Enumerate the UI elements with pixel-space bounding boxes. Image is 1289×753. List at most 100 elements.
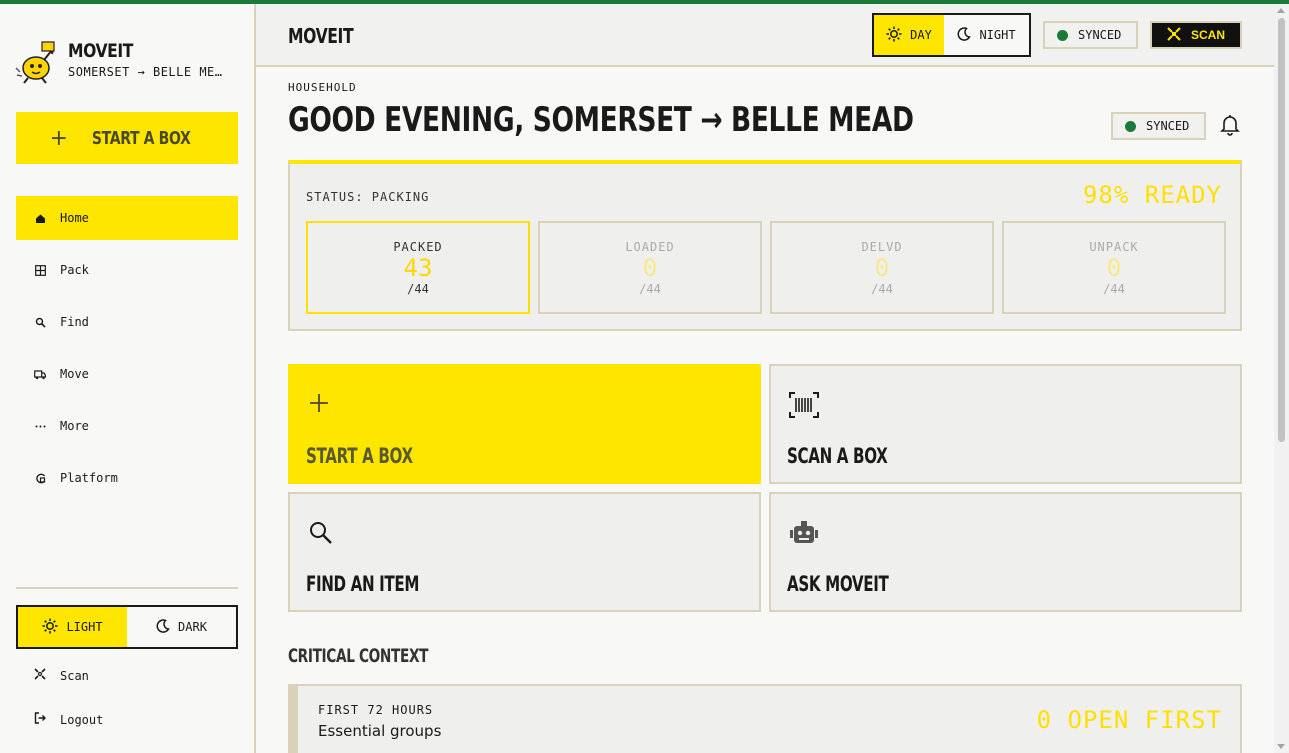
brand-name: MOVEIT [68,40,133,62]
bell-icon[interactable] [1220,114,1240,136]
scan-icon [1167,26,1181,44]
scan-box-action[interactable]: SCAN A BOX [769,364,1242,484]
stage-total: /44 [407,281,429,296]
start-box-action-label: START A BOX [306,444,413,468]
sidebar-item-pack[interactable]: Pack [16,248,238,292]
page-scrollbar[interactable] [1274,4,1289,753]
sidebar-item-platform[interactable]: Platform [16,456,238,500]
sidebar-scan-link[interactable]: Scan [34,668,89,683]
start-box-action[interactable]: START A BOX [288,364,761,484]
scroll-down-icon[interactable] [1277,744,1285,749]
ctx-kicker: FIRST 72 HOURS [318,703,434,717]
theme-dark-label: DARK [178,620,207,634]
stage-unpack[interactable]: UNPACK 0 /44 [1002,221,1226,314]
platform-icon [34,472,46,484]
ask-moveit-action-label: ASK MOVEIT [787,572,889,596]
stage-value: 43 [403,253,433,282]
day-option[interactable]: DAY [874,15,944,55]
stage-value: 0 [1106,253,1122,282]
more-icon [34,420,46,432]
status-card: STATUS: PACKING 98% READY PACKED 43 /44 … [288,160,1242,331]
page-title: GOOD EVENING, SOMERSET → BELLE MEAD [288,100,914,140]
home-icon [34,212,46,224]
stage-total: /44 [1103,281,1125,296]
barcode-icon [789,392,819,422]
day-label: DAY [910,28,932,42]
theme-light-label: LIGHT [66,620,103,634]
stage-total: /44 [639,281,661,296]
stage-packed[interactable]: PACKED 43 /44 [306,221,530,314]
critical-context-heading: CRITICAL CONTEXT [288,645,429,667]
ctx-name: Essential groups [318,722,442,740]
sidebar-nav: Home Pack Find Move More Platform [16,196,238,508]
header-title: MOVEIT [288,24,354,48]
ask-moveit-action[interactable]: ASK MOVEIT [769,492,1242,612]
sidebar-item-move[interactable]: Move [16,352,238,396]
stage-name: DELVD [861,239,903,254]
plus-icon: + [49,125,69,151]
sync-label: SYNCED [1078,28,1122,42]
find-item-action-label: FIND AN ITEM [306,572,420,596]
sun-icon [42,618,58,637]
moon-icon [957,26,972,44]
night-label: NIGHT [979,28,1016,42]
scan-label: Scan [60,668,89,683]
main-sync-status: SYNCED [1111,112,1206,140]
moon-icon [156,618,170,636]
plus-icon [308,392,330,418]
status-label: STATUS: PACKING [306,190,430,204]
stage-name: LOADED [625,239,675,254]
critical-context-card[interactable]: FIRST 72 HOURS Essential groups 0 OPEN F… [288,684,1242,753]
theme-toggle: LIGHT DARK [16,605,238,649]
sidebar-item-label: Platform [60,471,118,485]
stage-loaded[interactable]: LOADED 0 /44 [538,221,762,314]
brand-route: SOMERSET → BELLE ME… [68,65,223,79]
sidebar-item-more[interactable]: More [16,404,238,448]
ready-percentage: 98% READY [1082,181,1222,209]
sidebar-item-home[interactable]: Home [16,196,238,240]
sidebar-item-label: Move [60,367,89,381]
ctx-open-count: 0 OPEN FIRST [1036,706,1222,734]
search-icon [34,316,46,328]
pack-icon [34,264,46,276]
sync-dot-icon [1125,120,1136,132]
scroll-up-icon[interactable] [1277,8,1285,13]
logout-label: Logout [60,712,104,727]
scan-icon [34,668,46,683]
scan-box-action-label: SCAN A BOX [787,444,888,468]
theme-light-option[interactable]: LIGHT [18,607,127,647]
logout-icon [34,712,46,727]
stage-total: /44 [871,281,893,296]
header-sync-status: SYNCED [1043,21,1138,49]
start-box-button[interactable]: + START A BOX [16,112,238,164]
robot-icon [789,520,819,550]
sidebar: MOVEIT SOMERSET → BELLE ME… + START A BO… [0,4,256,753]
theme-dark-option[interactable]: DARK [127,607,236,647]
stage-list: PACKED 43 /44 LOADED 0 /44 DELVD 0 /44 U… [306,221,1226,314]
day-night-toggle: DAY NIGHT [872,13,1031,57]
stage-value: 0 [642,253,658,282]
moveit-logo [14,38,60,84]
sidebar-item-find[interactable]: Find [16,300,238,344]
sun-icon [886,26,902,45]
sidebar-divider [16,587,238,589]
night-option[interactable]: NIGHT [944,15,1029,55]
scan-button-label: SCAN [1190,28,1225,42]
stage-delivered[interactable]: DELVD 0 /44 [770,221,994,314]
search-icon [308,520,334,550]
truck-icon [34,368,46,380]
scroll-thumb[interactable] [1278,18,1285,442]
find-item-action[interactable]: FIND AN ITEM [288,492,761,612]
header-scan-button[interactable]: SCAN [1150,21,1242,49]
stage-name: UNPACK [1089,239,1139,254]
start-box-label: START A BOX [91,127,191,149]
stage-name: PACKED [393,239,443,254]
sync-label: SYNCED [1146,119,1190,133]
logout-link[interactable]: Logout [34,712,103,727]
sidebar-item-label: More [60,419,89,433]
stage-value: 0 [874,253,890,282]
sync-dot-icon [1057,29,1068,41]
household-kicker: HOUSEHOLD [288,81,357,94]
sidebar-item-label: Home [60,211,89,225]
top-header: MOVEIT DAY NIGHT SYNCED SCAN [256,4,1274,67]
